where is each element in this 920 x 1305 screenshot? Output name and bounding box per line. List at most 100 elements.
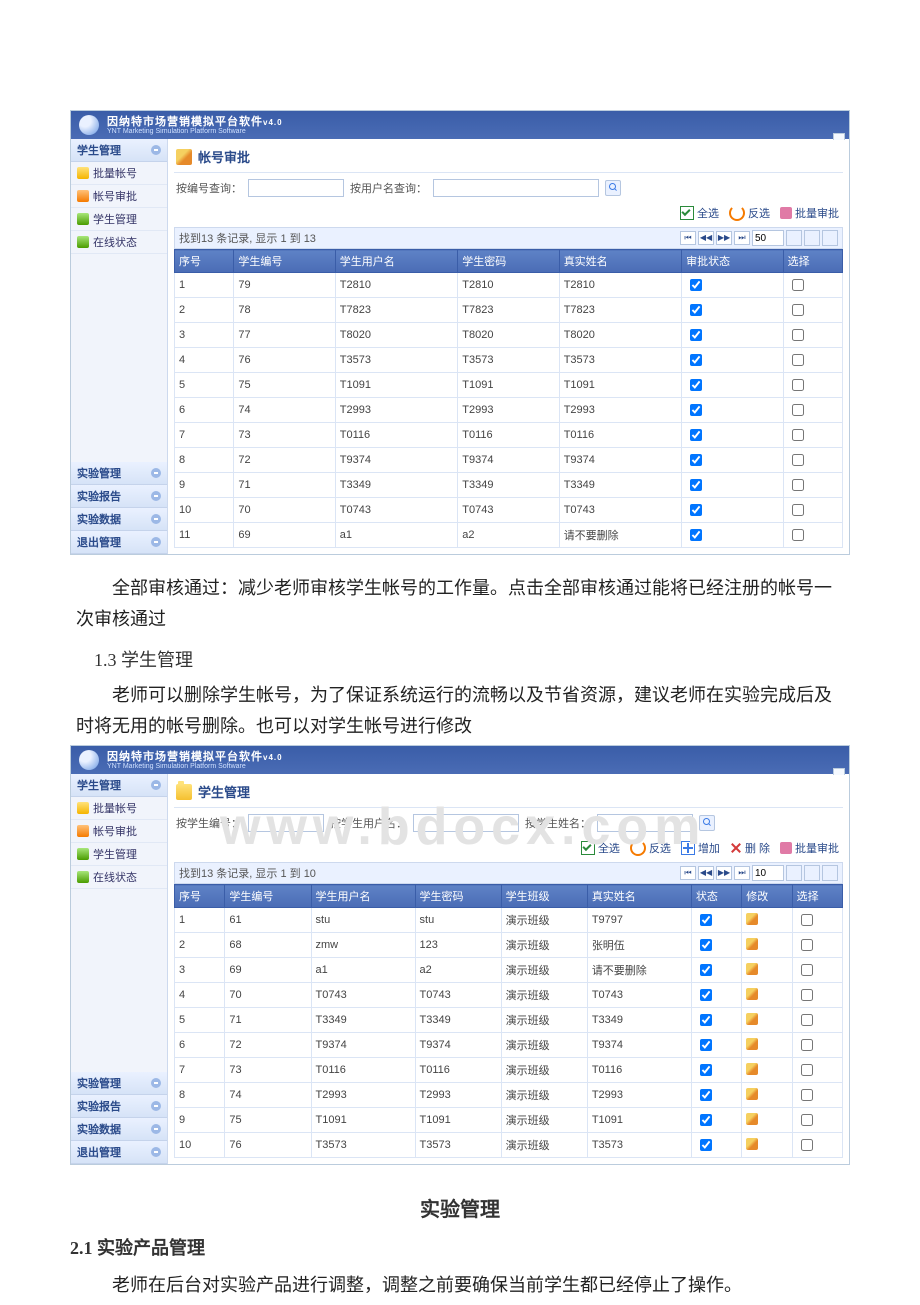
- status-checkbox[interactable]: [700, 1089, 712, 1101]
- column-header[interactable]: 学生密码: [458, 250, 559, 273]
- page-prev-button[interactable]: ◀◀: [698, 231, 714, 245]
- column-header[interactable]: 序号: [175, 885, 225, 908]
- column-header[interactable]: 选择: [792, 885, 842, 908]
- sidebar-group[interactable]: 实验数据: [71, 508, 167, 531]
- expand-icon[interactable]: [151, 1101, 161, 1111]
- column-header[interactable]: 真实姓名: [587, 885, 691, 908]
- select-row-checkbox[interactable]: [792, 279, 804, 291]
- approved-checkbox[interactable]: [690, 304, 702, 316]
- edit-icon[interactable]: [746, 1038, 758, 1050]
- print-icon[interactable]: [804, 865, 820, 881]
- sidebar-item[interactable]: 学生管理: [71, 208, 167, 231]
- sidebar-item[interactable]: 帐号审批: [71, 820, 167, 843]
- select-row-checkbox[interactable]: [801, 1064, 813, 1076]
- sidebar-group-student[interactable]: 学生管理: [71, 139, 167, 162]
- edit-icon[interactable]: [746, 1063, 758, 1075]
- select-row-checkbox[interactable]: [801, 1039, 813, 1051]
- sidebar-item[interactable]: 在线状态: [71, 231, 167, 254]
- search-realname-input[interactable]: [597, 814, 693, 832]
- select-row-checkbox[interactable]: [792, 404, 804, 416]
- select-row-checkbox[interactable]: [801, 914, 813, 926]
- page-size-input[interactable]: [752, 230, 784, 246]
- select-row-checkbox[interactable]: [792, 379, 804, 391]
- export-icon[interactable]: [822, 230, 838, 246]
- column-header[interactable]: 序号: [175, 250, 234, 273]
- select-row-checkbox[interactable]: [801, 1014, 813, 1026]
- column-header[interactable]: 学生班级: [501, 885, 587, 908]
- page-last-button[interactable]: ⏭: [734, 866, 750, 880]
- approved-checkbox[interactable]: [690, 354, 702, 366]
- approved-checkbox[interactable]: [690, 404, 702, 416]
- sidebar-item[interactable]: 在线状态: [71, 866, 167, 889]
- edit-icon[interactable]: [746, 1088, 758, 1100]
- page-go-icon[interactable]: [786, 230, 802, 246]
- select-row-checkbox[interactable]: [792, 454, 804, 466]
- sidebar-group[interactable]: 实验数据: [71, 1118, 167, 1141]
- collapse-icon[interactable]: [151, 780, 161, 790]
- approved-checkbox[interactable]: [690, 429, 702, 441]
- search-icon[interactable]: [605, 180, 621, 196]
- select-row-checkbox[interactable]: [801, 964, 813, 976]
- select-row-checkbox[interactable]: [801, 939, 813, 951]
- select-row-checkbox[interactable]: [801, 989, 813, 1001]
- invert-selection-button[interactable]: 反选: [630, 840, 671, 856]
- edit-icon[interactable]: [746, 988, 758, 1000]
- select-row-checkbox[interactable]: [792, 479, 804, 491]
- select-row-checkbox[interactable]: [801, 1114, 813, 1126]
- batch-approve-button[interactable]: 批量审批: [780, 205, 839, 221]
- search-username-input[interactable]: [433, 179, 599, 197]
- select-row-checkbox[interactable]: [801, 1139, 813, 1151]
- expand-icon[interactable]: [151, 514, 161, 524]
- select-row-checkbox[interactable]: [801, 1089, 813, 1101]
- edit-icon[interactable]: [746, 913, 758, 925]
- export-icon[interactable]: [822, 865, 838, 881]
- approved-checkbox[interactable]: [690, 379, 702, 391]
- select-row-checkbox[interactable]: [792, 529, 804, 541]
- column-header[interactable]: 真实姓名: [559, 250, 681, 273]
- status-checkbox[interactable]: [700, 1114, 712, 1126]
- column-header[interactable]: 学生用户名: [311, 885, 415, 908]
- page-next-button[interactable]: ▶▶: [716, 231, 732, 245]
- select-row-checkbox[interactable]: [792, 429, 804, 441]
- column-header[interactable]: 审批状态: [682, 250, 783, 273]
- approved-checkbox[interactable]: [690, 329, 702, 341]
- select-all-button[interactable]: 全选: [581, 840, 620, 856]
- expand-icon[interactable]: [151, 491, 161, 501]
- approved-checkbox[interactable]: [690, 479, 702, 491]
- edit-icon[interactable]: [746, 1113, 758, 1125]
- sidebar-item[interactable]: 批量帐号: [71, 162, 167, 185]
- select-row-checkbox[interactable]: [792, 329, 804, 341]
- page-size-input[interactable]: [752, 865, 784, 881]
- status-checkbox[interactable]: [700, 964, 712, 976]
- invert-selection-button[interactable]: 反选: [729, 205, 770, 221]
- print-icon[interactable]: [804, 230, 820, 246]
- edit-icon[interactable]: [746, 1138, 758, 1150]
- expand-icon[interactable]: [151, 537, 161, 547]
- select-row-checkbox[interactable]: [792, 504, 804, 516]
- approved-checkbox[interactable]: [690, 279, 702, 291]
- column-header[interactable]: 选择: [783, 250, 842, 273]
- column-header[interactable]: 学生用户名: [335, 250, 457, 273]
- page-next-button[interactable]: ▶▶: [716, 866, 732, 880]
- column-header[interactable]: 学生编号: [234, 250, 335, 273]
- sidebar-item[interactable]: 帐号审批: [71, 185, 167, 208]
- edit-icon[interactable]: [746, 1013, 758, 1025]
- expand-icon[interactable]: [151, 1124, 161, 1134]
- status-checkbox[interactable]: [700, 1064, 712, 1076]
- expand-icon[interactable]: [151, 468, 161, 478]
- search-id-input[interactable]: [248, 814, 324, 832]
- column-header[interactable]: 修改: [742, 885, 792, 908]
- page-go-icon[interactable]: [786, 865, 802, 881]
- approved-checkbox[interactable]: [690, 454, 702, 466]
- sidebar-group[interactable]: 实验报告: [71, 1095, 167, 1118]
- edit-icon[interactable]: [746, 963, 758, 975]
- delete-button[interactable]: 删 除: [730, 840, 770, 856]
- sidebar-group[interactable]: 实验管理: [71, 462, 167, 485]
- collapse-icon[interactable]: [151, 145, 161, 155]
- select-row-checkbox[interactable]: [792, 304, 804, 316]
- add-button[interactable]: 增加: [681, 840, 720, 856]
- status-checkbox[interactable]: [700, 989, 712, 1001]
- status-checkbox[interactable]: [700, 1014, 712, 1026]
- status-checkbox[interactable]: [700, 939, 712, 951]
- page-first-button[interactable]: ⏮: [680, 231, 696, 245]
